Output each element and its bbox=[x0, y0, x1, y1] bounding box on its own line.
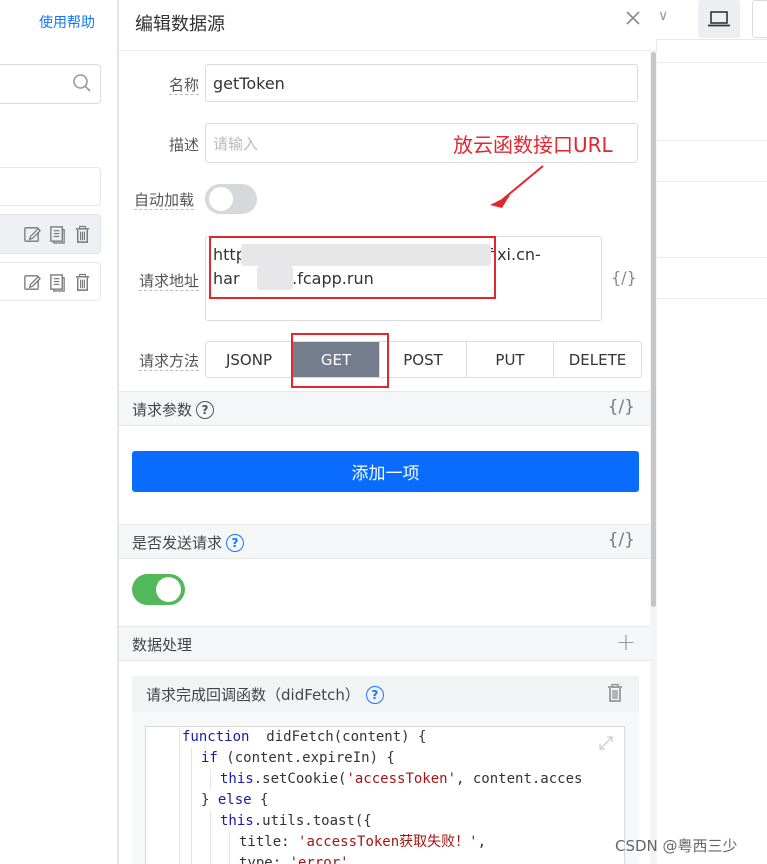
indent-guide bbox=[210, 853, 211, 864]
name-label: 名称 bbox=[168, 76, 199, 95]
copy-icon[interactable] bbox=[48, 273, 67, 292]
autoload-label: 自动加载 bbox=[134, 191, 195, 210]
indent-guide bbox=[191, 832, 192, 853]
help-icon[interactable]: ? bbox=[226, 533, 245, 552]
indent-guide bbox=[229, 832, 230, 853]
code-line: type: 'error' bbox=[239, 855, 349, 864]
url-variable-button[interactable]: {/} bbox=[611, 268, 637, 287]
divider bbox=[656, 140, 767, 141]
copy-icon[interactable] bbox=[48, 225, 67, 244]
watermark: CSDN @粤西三少 bbox=[615, 837, 738, 855]
code-line: this.utils.toast({ bbox=[220, 813, 372, 829]
code-line: if (content.expireIn) { bbox=[201, 750, 395, 766]
help-icon[interactable]: ? bbox=[196, 400, 215, 419]
params-section-header: 请求参数? {/} bbox=[119, 391, 650, 426]
send-section-header: 是否发送请求? {/} bbox=[119, 524, 650, 559]
annotation-box-get bbox=[291, 333, 389, 388]
code-line: title: 'accessToken获取失败！', bbox=[239, 834, 487, 850]
method-selector: JSONP GET POST PUT DELETE bbox=[205, 341, 642, 378]
send-variable-button[interactable]: {/} bbox=[608, 530, 635, 550]
divider bbox=[656, 257, 767, 258]
indent-guide bbox=[210, 769, 211, 790]
delete-icon[interactable] bbox=[605, 683, 625, 703]
desktop-view-button[interactable] bbox=[698, 0, 740, 38]
method-put-button[interactable]: PUT bbox=[467, 342, 554, 377]
code-editor[interactable]: function didFetch(content) { if (content.… bbox=[145, 726, 625, 864]
params-variable-button[interactable]: {/} bbox=[608, 397, 635, 417]
method-delete-button[interactable]: DELETE bbox=[554, 342, 641, 377]
search-icon[interactable] bbox=[72, 73, 92, 93]
add-item-button[interactable]: 添加一项 bbox=[132, 451, 639, 492]
code-gutter bbox=[146, 727, 180, 864]
expand-icon[interactable] bbox=[598, 735, 614, 751]
left-list-item[interactable] bbox=[0, 167, 101, 206]
left-panel bbox=[0, 0, 118, 864]
drawer-title: 编辑数据源 bbox=[135, 14, 225, 35]
params-section-title: 请求参数 bbox=[132, 401, 193, 419]
indent-guide bbox=[210, 832, 211, 853]
chevron-down-icon[interactable]: ∨ bbox=[658, 8, 668, 24]
divider bbox=[656, 181, 767, 182]
annotation-box-url bbox=[209, 236, 496, 299]
send-request-toggle[interactable] bbox=[132, 574, 185, 605]
process-section-header: 数据处理 + bbox=[119, 626, 650, 661]
autoload-toggle[interactable] bbox=[205, 184, 257, 214]
annotation-arrow bbox=[490, 165, 544, 208]
left-list-item-selected[interactable] bbox=[0, 214, 101, 254]
indent-guide bbox=[191, 769, 192, 790]
indent-guide bbox=[191, 748, 192, 769]
callback-title: 请求完成回调函数（didFetch） bbox=[146, 686, 360, 704]
help-link[interactable]: 使用帮助 bbox=[39, 12, 95, 32]
edit-icon[interactable] bbox=[23, 273, 42, 292]
right-panel bbox=[656, 0, 767, 864]
code-line: } else { bbox=[201, 792, 269, 808]
send-section-title: 是否发送请求 bbox=[132, 534, 223, 552]
edit-icon[interactable] bbox=[23, 225, 42, 244]
callback-header: 请求完成回调函数（didFetch）? bbox=[132, 676, 639, 712]
code-line: this.setCookie('accessToken', content.ac… bbox=[220, 771, 583, 787]
name-input[interactable]: getToken bbox=[205, 64, 638, 102]
url-label: 请求地址 bbox=[138, 272, 199, 291]
mobile-view-button[interactable] bbox=[752, 0, 767, 38]
divider bbox=[119, 50, 653, 51]
scrollbar-thumb[interactable] bbox=[651, 52, 656, 607]
indent-guide bbox=[191, 790, 192, 811]
method-jsonp-button[interactable]: JSONP bbox=[206, 342, 293, 377]
delete-icon[interactable] bbox=[73, 225, 92, 244]
description-label: 描述 bbox=[168, 136, 199, 154]
method-label: 请求方法 bbox=[138, 352, 199, 371]
process-section-title: 数据处理 bbox=[132, 636, 193, 654]
annotation-note: 放云函数接口URL bbox=[453, 133, 613, 157]
divider bbox=[656, 62, 767, 63]
method-post-button[interactable]: POST bbox=[380, 342, 467, 377]
help-icon[interactable]: ? bbox=[365, 685, 384, 704]
delete-icon[interactable] bbox=[73, 273, 92, 292]
add-handler-button[interactable]: + bbox=[616, 628, 636, 656]
laptop-icon bbox=[708, 11, 730, 27]
left-list-item[interactable] bbox=[0, 262, 101, 301]
close-icon[interactable] bbox=[622, 7, 644, 29]
code-line: function didFetch(content) { bbox=[182, 729, 427, 745]
indent-guide bbox=[191, 811, 192, 832]
indent-guide bbox=[191, 853, 192, 864]
divider bbox=[656, 298, 767, 299]
indent-guide bbox=[210, 811, 211, 832]
indent-guide bbox=[229, 853, 230, 864]
